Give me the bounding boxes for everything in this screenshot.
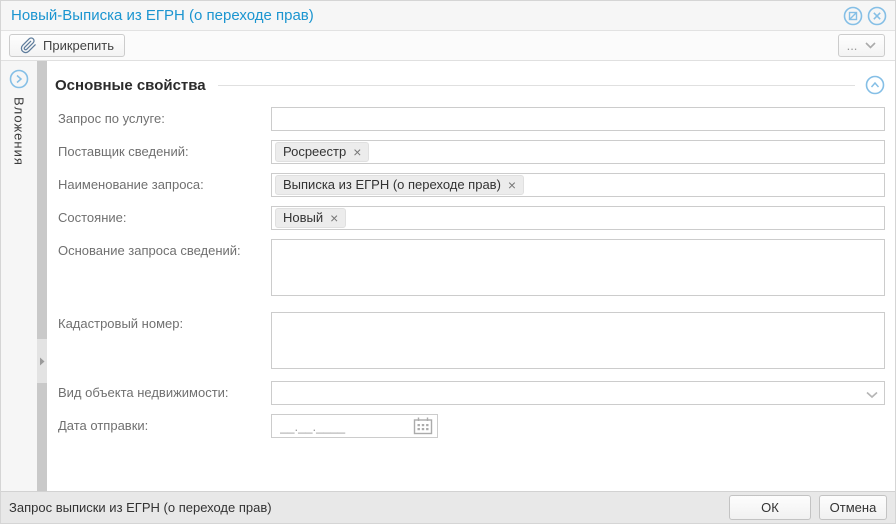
service-request-wrap <box>271 107 885 131</box>
chevron-down-icon <box>865 42 876 49</box>
section-title: Основные свойства <box>55 76 206 94</box>
request-name-tag-label: Выписка из ЕГРН (о переходе прав) <box>283 177 501 192</box>
data-provider-tag: Росреестр × <box>275 142 370 162</box>
window-title: Новый-Выписка из ЕГРН (о переходе прав) <box>11 7 314 24</box>
state-wrap: Новый × <box>271 206 885 230</box>
property-type-label: Вид объекта недвижимости: <box>58 385 229 400</box>
data-provider-field[interactable]: Росреестр × <box>271 140 885 164</box>
field-row-state: Состояние: Новый × <box>58 206 885 230</box>
state-tag-label: Новый <box>283 210 324 225</box>
open-in-window-icon[interactable] <box>843 6 863 26</box>
remove-tag-icon[interactable]: × <box>330 211 338 225</box>
attachments-panel-label[interactable]: Вложения <box>12 97 27 166</box>
attach-button[interactable]: Прикрепить <box>9 34 126 57</box>
send-date-label: Дата отправки: <box>58 418 149 433</box>
form-content: Основные свойства Запрос по услуге: Пост… <box>47 61 895 491</box>
attachments-panel: Вложения <box>1 61 37 491</box>
request-basis-textarea[interactable] <box>271 239 885 296</box>
dropdown-chevron-icon[interactable] <box>866 387 878 402</box>
collapse-section-icon[interactable] <box>865 75 885 95</box>
splitter-handle[interactable] <box>37 339 47 383</box>
remove-tag-icon[interactable]: × <box>353 145 361 159</box>
cancel-button[interactable]: Отмена <box>819 495 887 520</box>
field-row-data-provider: Поставщик сведений: Росреестр × <box>58 140 885 164</box>
request-name-tag: Выписка из ЕГРН (о переходе прав) × <box>275 175 525 195</box>
cadastral-number-label: Кадастровый номер: <box>58 316 184 331</box>
service-request-input[interactable] <box>271 107 885 131</box>
footer-bar: Запрос выписки из ЕГРН (о переходе прав)… <box>1 491 895 523</box>
data-provider-label: Поставщик сведений: <box>58 144 189 159</box>
attach-button-label: Прикрепить <box>43 38 115 53</box>
more-actions-label: ... <box>846 38 858 53</box>
titlebar-icons <box>843 6 887 26</box>
field-row-send-date: Дата отправки: <box>58 414 885 438</box>
toolbar: Прикрепить ... <box>1 31 895 61</box>
request-basis-label: Основание запроса сведений: <box>58 243 241 258</box>
field-row-property-type: Вид объекта недвижимости: <box>58 381 885 405</box>
ok-button[interactable]: ОК <box>729 495 811 520</box>
send-date-input[interactable] <box>272 418 409 434</box>
state-field[interactable]: Новый × <box>271 206 885 230</box>
state-tag: Новый × <box>275 208 347 228</box>
service-request-label: Запрос по услуге: <box>58 111 165 126</box>
more-actions-button[interactable]: ... <box>838 34 885 57</box>
data-provider-wrap: Росреестр × <box>271 140 885 164</box>
request-name-field[interactable]: Выписка из ЕГРН (о переходе прав) × <box>271 173 885 197</box>
status-text: Запрос выписки из ЕГРН (о переходе прав) <box>9 500 272 515</box>
request-basis-wrap <box>271 239 885 299</box>
section-header: Основные свойства <box>55 75 885 95</box>
close-icon[interactable] <box>867 6 887 26</box>
request-name-label: Наименование запроса: <box>58 177 204 192</box>
cadastral-number-wrap <box>271 312 885 372</box>
field-row-request-basis: Основание запроса сведений: <box>58 239 885 299</box>
field-row-cadastral-number: Кадастровый номер: <box>58 312 885 372</box>
property-type-wrap <box>271 381 885 405</box>
remove-tag-icon[interactable]: × <box>508 178 516 192</box>
field-row-service-request: Запрос по услуге: <box>58 107 885 131</box>
splitter-arrow-icon <box>39 357 45 366</box>
data-provider-tag-label: Росреестр <box>283 144 347 159</box>
state-label: Состояние: <box>58 210 127 225</box>
property-type-input[interactable] <box>271 381 885 405</box>
field-row-request-name: Наименование запроса: Выписка из ЕГРН (о… <box>58 173 885 197</box>
section-divider <box>217 85 855 86</box>
card-body: Вложения Основные свойства Запрос по усл… <box>1 61 895 491</box>
request-card-window: Новый-Выписка из ЕГРН (о переходе прав) <box>0 0 896 524</box>
cadastral-number-textarea[interactable] <box>271 312 885 369</box>
footer-buttons: ОК Отмена <box>729 495 887 520</box>
panel-splitter[interactable] <box>37 61 47 491</box>
paperclip-icon <box>20 37 37 54</box>
request-name-wrap: Выписка из ЕГРН (о переходе прав) × <box>271 173 885 197</box>
send-date-field <box>271 414 438 438</box>
calendar-icon[interactable] <box>409 415 437 437</box>
expand-attachments-icon[interactable] <box>9 69 29 89</box>
titlebar: Новый-Выписка из ЕГРН (о переходе прав) <box>1 1 895 31</box>
